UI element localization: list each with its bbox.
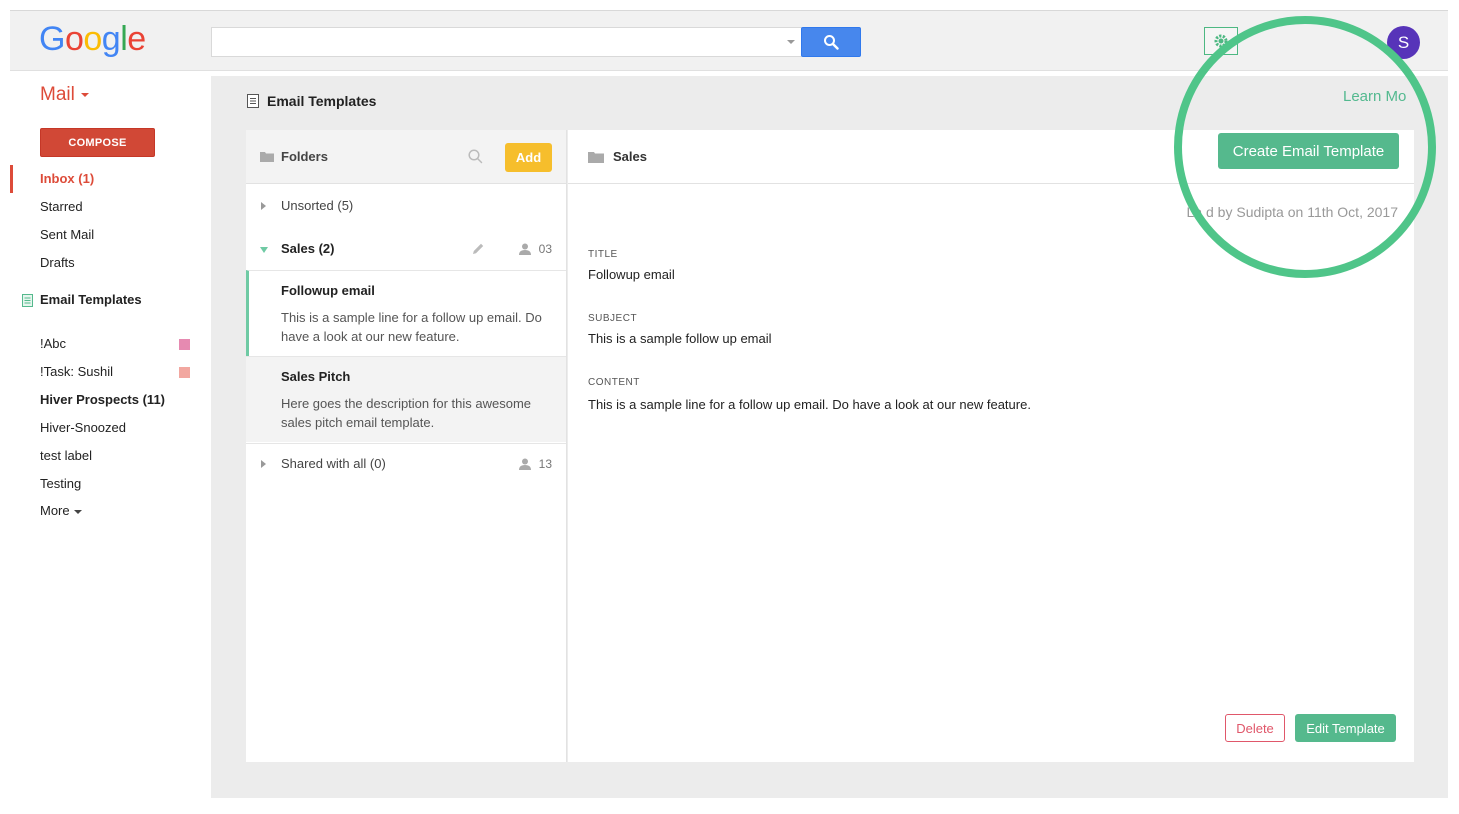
- template-document-icon: [22, 293, 33, 307]
- logo-letter: g: [101, 20, 121, 58]
- sidebar-item-label: test label: [40, 448, 93, 463]
- mail-label: Mail: [40, 84, 75, 105]
- folder-user-count: 13: [518, 444, 552, 484]
- user-icon: [518, 458, 531, 470]
- content-label: CONTENT: [588, 377, 640, 388]
- search-icon[interactable]: [468, 149, 483, 164]
- search-options-chevron-icon[interactable]: [787, 40, 795, 44]
- email-templates-panel: Email Templates Learn Mo Folders Add Uns…: [211, 76, 1448, 798]
- sidebar-label-hiver-snoozed[interactable]: Hiver-Snoozed: [10, 414, 211, 442]
- page-title: Email Templates: [247, 93, 376, 109]
- sidebar-item-label: Hiver Prospects (11): [40, 392, 166, 407]
- avatar[interactable]: S: [1387, 26, 1420, 59]
- mail-switcher[interactable]: Mail: [40, 84, 89, 106]
- gear-icon: [1214, 34, 1228, 48]
- sidebar-item-label: Email Templates: [40, 292, 142, 307]
- template-item-sales-pitch[interactable]: Sales Pitch Here goes the description fo…: [246, 356, 566, 442]
- subject-value: This is a sample follow up email: [588, 331, 772, 346]
- top-bar: Google S: [10, 10, 1448, 71]
- folder-sales[interactable]: Sales (2) 03: [246, 234, 566, 264]
- folder-user-count: 03: [518, 234, 552, 264]
- google-logo[interactable]: Google: [39, 20, 146, 59]
- sidebar-item-label: Inbox (1): [40, 171, 95, 186]
- logo-letter: G: [39, 20, 65, 58]
- detail-folder-title: Sales: [588, 149, 647, 164]
- subject-label: SUBJECT: [588, 313, 638, 324]
- search-icon: [824, 35, 839, 50]
- count-value: 13: [538, 457, 552, 471]
- folder-label: Unsorted (5): [281, 198, 354, 213]
- folder-icon: [260, 152, 274, 162]
- expand-icon[interactable]: [261, 202, 266, 210]
- sidebar-item-label: Drafts: [40, 255, 75, 270]
- sidebar-item-email-templates[interactable]: Email Templates: [22, 290, 142, 310]
- title-label: TITLE: [588, 249, 618, 260]
- last-modified-text: La d by Sudipta on 11th Oct, 2017: [1186, 204, 1398, 220]
- document-icon: [247, 94, 259, 108]
- sidebar: Mail COMPOSE Inbox (1) Starred Sent Mail…: [10, 72, 211, 798]
- folders-header: Folders Add: [246, 130, 566, 184]
- add-folder-button[interactable]: Add: [505, 143, 552, 172]
- sidebar-item-label: !Abc: [40, 336, 67, 351]
- logo-letter: l: [120, 20, 128, 58]
- label-color-swatch[interactable]: [179, 367, 190, 378]
- template-item-followup[interactable]: Followup email This is a sample line for…: [246, 270, 566, 356]
- label-color-swatch[interactable]: [179, 339, 190, 350]
- detail-folder-name: Sales: [613, 149, 647, 164]
- page-title-text: Email Templates: [267, 93, 377, 109]
- edit-template-button[interactable]: Edit Template: [1295, 714, 1396, 742]
- template-detail-panel: Sales Create Email Template La d by Sudi…: [568, 130, 1414, 762]
- template-name: Sales Pitch: [281, 369, 351, 384]
- sidebar-item-label: !Task: Sushil: [40, 364, 113, 379]
- logo-letter: o: [83, 20, 102, 58]
- sidebar-label-test-label[interactable]: test label: [10, 442, 211, 470]
- chevron-down-icon: [73, 509, 82, 514]
- folder-label: Shared with all (0): [281, 456, 386, 471]
- chevron-down-icon: [80, 92, 89, 97]
- sidebar-item-starred[interactable]: Starred: [10, 193, 211, 221]
- folders-title-text: Folders: [281, 149, 328, 164]
- pencil-icon[interactable]: [471, 242, 485, 256]
- folders-title: Folders: [260, 149, 328, 164]
- folder-unsorted[interactable]: Unsorted (5): [246, 191, 566, 221]
- detail-header: Sales Create Email Template: [568, 130, 1414, 184]
- count-value: 03: [538, 242, 552, 256]
- search-input[interactable]: [211, 27, 802, 57]
- sidebar-item-inbox[interactable]: Inbox (1): [10, 165, 211, 193]
- sidebar-item-label: Hiver-Snoozed: [40, 420, 126, 435]
- settings-button[interactable]: [1204, 27, 1238, 55]
- collapse-icon[interactable]: [260, 247, 268, 253]
- delete-button[interactable]: Delete: [1225, 714, 1285, 742]
- folders-panel: Folders Add Unsorted (5) Sales (2) 03 Fo…: [246, 130, 567, 762]
- expand-icon[interactable]: [261, 460, 266, 468]
- logo-letter: o: [64, 20, 84, 58]
- template-description: Here goes the description for this aweso…: [281, 396, 532, 430]
- logo-letter: e: [127, 20, 146, 58]
- create-email-template-button[interactable]: Create Email Template: [1218, 133, 1399, 169]
- sidebar-label-abc[interactable]: !Abc: [10, 330, 211, 358]
- title-value: Followup email: [588, 267, 675, 282]
- sidebar-item-label: More: [40, 503, 70, 518]
- template-name: Followup email: [281, 283, 375, 298]
- search-button[interactable]: [801, 27, 861, 57]
- folder-icon: [588, 151, 604, 163]
- sidebar-label-testing[interactable]: Testing: [10, 470, 211, 498]
- content-value: This is a sample line for a follow up em…: [588, 397, 1031, 412]
- sidebar-item-sent-mail[interactable]: Sent Mail: [10, 221, 211, 249]
- learn-more-link[interactable]: Learn Mo: [1343, 88, 1406, 105]
- folder-label: Sales (2): [281, 241, 335, 256]
- compose-button[interactable]: COMPOSE: [40, 128, 155, 157]
- sidebar-label-hiver-prospects[interactable]: Hiver Prospects (11): [10, 386, 211, 414]
- sidebar-item-drafts[interactable]: Drafts: [10, 249, 211, 277]
- sidebar-item-label: Starred: [40, 199, 83, 214]
- folder-shared-with-all[interactable]: Shared with all (0) 13: [246, 443, 566, 483]
- user-icon: [518, 243, 531, 255]
- sidebar-item-label: Testing: [40, 476, 82, 491]
- app-window: Google S Mail COMPOSE Inbox (1) Starred …: [10, 10, 1448, 798]
- sidebar-label-task-sushil[interactable]: !Task: Sushil: [10, 358, 211, 386]
- sidebar-more[interactable]: More: [10, 497, 211, 525]
- template-description: This is a sample line for a follow up em…: [281, 310, 542, 344]
- sidebar-item-label: Sent Mail: [40, 227, 95, 242]
